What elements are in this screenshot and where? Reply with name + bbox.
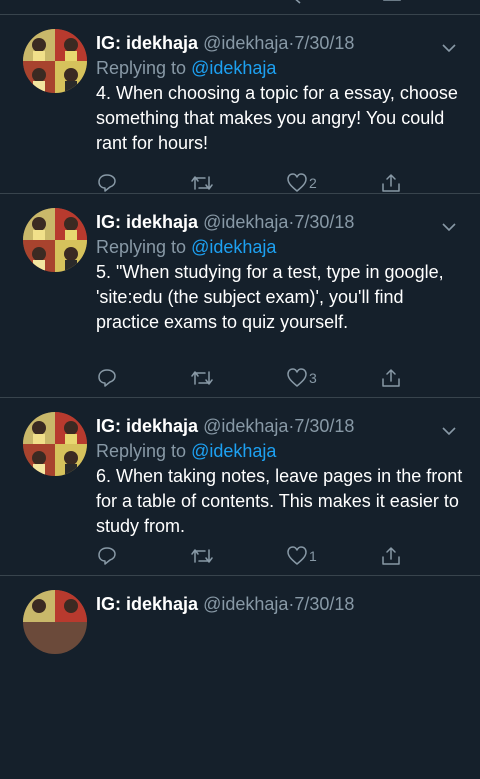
reply-icon xyxy=(98,547,116,565)
heart-icon[interactable] xyxy=(290,0,310,4)
retweet-button[interactable] xyxy=(190,544,214,568)
tweet-header: IG: idekhaja @idekhaja·7/30/18 xyxy=(96,414,354,438)
display-name[interactable]: IG: idekhaja xyxy=(96,416,198,436)
tweet-text: 6. When taking notes, leave pages in the… xyxy=(96,466,463,536)
share-icon xyxy=(382,369,400,387)
reply-icon xyxy=(98,174,116,192)
avatar-image xyxy=(23,412,87,476)
share-icon xyxy=(382,547,400,565)
retweet-icon xyxy=(191,176,213,190)
like-button[interactable]: 1 xyxy=(287,544,317,568)
tweet-header: IG: idekhaja @idekhaja·7/30/18 xyxy=(96,592,354,616)
reply-button[interactable] xyxy=(97,171,117,195)
share-button[interactable] xyxy=(381,544,401,568)
like-count: 1 xyxy=(309,548,317,564)
like-button[interactable]: 2 xyxy=(287,171,317,195)
previous-tweet-actions xyxy=(0,0,480,8)
replying-to: Replying to @idekhaja xyxy=(96,439,276,463)
reply-icon xyxy=(98,369,116,387)
replying-to: Replying to @idekhaja xyxy=(96,235,276,259)
like-count: 3 xyxy=(309,370,317,386)
retweet-button[interactable] xyxy=(190,366,214,390)
like-count: 2 xyxy=(309,175,317,191)
replying-prefix: Replying to xyxy=(96,237,187,257)
replying-handle-link[interactable]: @idekhaja xyxy=(191,237,276,257)
like-button[interactable]: 3 xyxy=(287,366,317,390)
retweet-icon xyxy=(191,549,213,563)
timestamp[interactable]: 7/30/18 xyxy=(294,416,354,436)
display-name[interactable]: IG: idekhaja xyxy=(96,33,198,53)
reply-button[interactable] xyxy=(97,544,117,568)
avatar-image xyxy=(23,208,87,272)
user-handle[interactable]: @idekhaja xyxy=(203,33,288,53)
avatar[interactable] xyxy=(23,412,87,476)
replying-handle-link[interactable]: @idekhaja xyxy=(191,58,276,78)
share-button[interactable] xyxy=(381,171,401,195)
avatar-image xyxy=(23,29,87,93)
tweet-text: 4. When choosing a topic for a essay, ch… xyxy=(96,83,458,153)
tweet-text: 5. "When studying for a test, type in go… xyxy=(96,262,444,332)
replying-prefix: Replying to xyxy=(96,441,187,461)
display-name[interactable]: IG: idekhaja xyxy=(96,594,198,614)
share-button[interactable] xyxy=(381,366,401,390)
timestamp[interactable]: 7/30/18 xyxy=(294,594,354,614)
replying-handle-link[interactable]: @idekhaja xyxy=(191,441,276,461)
user-handle[interactable]: @idekhaja xyxy=(203,594,288,614)
chevron-down-icon[interactable] xyxy=(441,426,457,436)
heart-icon xyxy=(287,173,307,192)
chevron-down-icon[interactable] xyxy=(441,222,457,232)
tweet-header: IG: idekhaja @idekhaja·7/30/18 xyxy=(96,31,354,55)
replying-prefix: Replying to xyxy=(96,58,187,78)
chevron-down-icon[interactable] xyxy=(441,43,457,53)
tweet-header: IG: idekhaja @idekhaja·7/30/18 xyxy=(96,210,354,234)
user-handle[interactable]: @idekhaja xyxy=(203,416,288,436)
tweet[interactable]: IG: idekhaja @idekhaja·7/30/18 Replying … xyxy=(0,15,480,218)
share-icon[interactable] xyxy=(382,0,402,4)
timestamp[interactable]: 7/30/18 xyxy=(294,212,354,232)
tweet[interactable]: IG: idekhaja @idekhaja·7/30/18 xyxy=(0,576,480,779)
tweet[interactable]: IG: idekhaja @idekhaja·7/30/18 Replying … xyxy=(0,194,480,397)
retweet-icon xyxy=(191,371,213,385)
replying-to: Replying to @idekhaja xyxy=(96,56,276,80)
tweet[interactable]: IG: idekhaja @idekhaja·7/30/18 Replying … xyxy=(0,398,480,601)
share-icon xyxy=(382,174,400,192)
timestamp[interactable]: 7/30/18 xyxy=(294,33,354,53)
avatar[interactable] xyxy=(23,208,87,272)
heart-icon xyxy=(287,546,307,565)
retweet-button[interactable] xyxy=(190,171,214,195)
reply-button[interactable] xyxy=(97,366,117,390)
avatar[interactable] xyxy=(23,29,87,93)
user-handle[interactable]: @idekhaja xyxy=(203,212,288,232)
heart-icon xyxy=(287,368,307,387)
display-name[interactable]: IG: idekhaja xyxy=(96,212,198,232)
